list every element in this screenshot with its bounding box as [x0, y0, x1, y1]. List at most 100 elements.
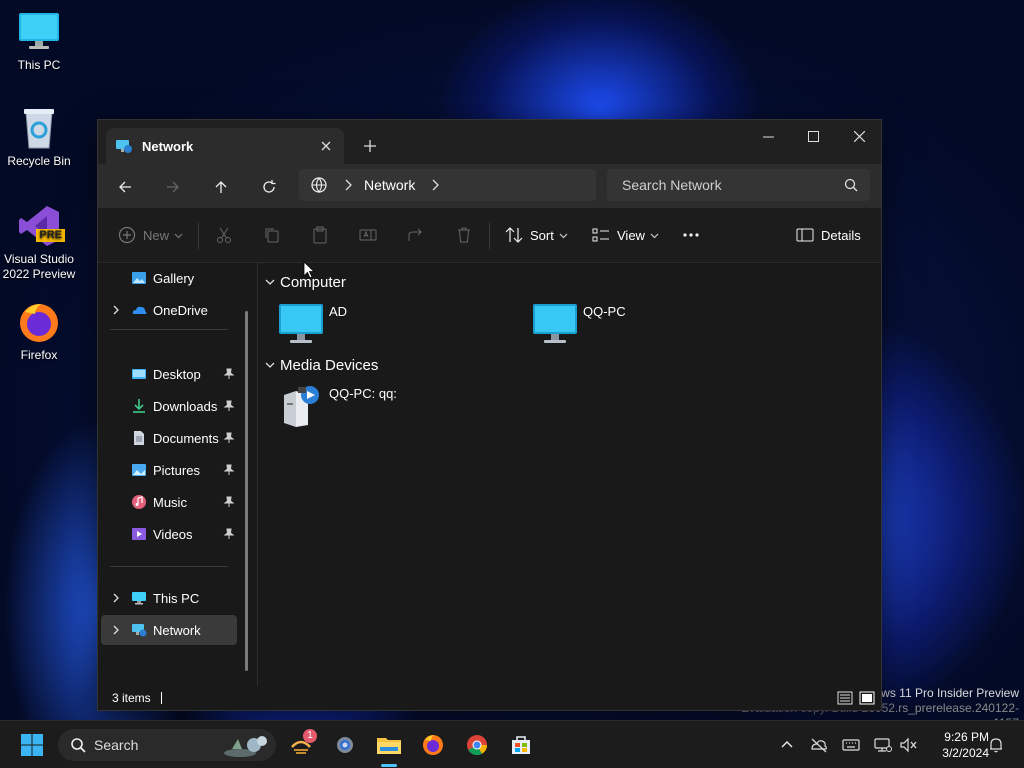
nav-item-desktop[interactable]: Desktop [101, 359, 237, 389]
clock[interactable]: 9:26 PM 3/2/2024 [925, 729, 989, 761]
network-icon [116, 140, 132, 153]
network-item[interactable]: QQ-PC: qq: [278, 383, 397, 429]
close-icon [321, 141, 331, 151]
sort-button[interactable]: Sort [505, 221, 568, 249]
copy-button[interactable] [263, 221, 281, 249]
app-tray-icon [811, 738, 827, 753]
chrome-icon [467, 735, 488, 756]
network-item[interactable]: QQ-PC [532, 301, 626, 347]
pin-icon[interactable] [223, 432, 235, 444]
new-tab-button[interactable] [356, 132, 384, 160]
pictures-icon [132, 464, 146, 476]
folder-icon [377, 738, 401, 754]
nav-item-network[interactable]: Network [101, 615, 237, 645]
nav-scrollbar[interactable] [245, 311, 248, 671]
media-server-icon [284, 386, 319, 427]
nav-item-pictures[interactable]: Pictures [101, 455, 237, 485]
tray-app-button[interactable] [809, 735, 829, 755]
forward-button[interactable] [159, 173, 187, 201]
computer-icon [533, 304, 577, 343]
minimize-button[interactable] [745, 120, 791, 152]
desktop-icon-recycle-bin[interactable]: Recycle Bin [1, 106, 77, 169]
cut-icon [217, 227, 231, 243]
ellipsis-icon [683, 233, 699, 237]
desktop-icon-label: This PC [17, 58, 61, 72]
store-icon [512, 736, 530, 754]
nav-item-downloads[interactable]: Downloads [101, 391, 237, 421]
tab-network[interactable]: Network [106, 128, 344, 164]
refresh-button[interactable] [255, 173, 283, 201]
nav-item-label: This PC [153, 590, 200, 606]
close-window-button[interactable] [836, 120, 882, 152]
up-button[interactable] [207, 173, 235, 201]
pin-icon[interactable] [223, 400, 235, 412]
desktop-icon-firefox[interactable]: Firefox [1, 300, 77, 363]
item-count: 3 items [112, 691, 151, 705]
collapse-chevron-icon [265, 362, 275, 368]
nav-item-music[interactable]: Music [101, 487, 237, 517]
sort-icon [505, 227, 523, 243]
pin-icon[interactable] [223, 464, 235, 476]
rename-icon [359, 229, 377, 241]
volume-button[interactable] [899, 735, 919, 755]
share-icon [408, 228, 422, 241]
start-button[interactable] [14, 727, 50, 763]
share-button[interactable] [407, 221, 425, 249]
copy-icon [265, 228, 279, 243]
rename-button[interactable] [359, 221, 377, 249]
delete-button[interactable] [455, 221, 473, 249]
show-hidden-icons-button[interactable] [777, 735, 797, 755]
taskbar-app-settings[interactable] [327, 727, 363, 763]
network-item[interactable]: AD [278, 301, 347, 347]
maximize-button[interactable] [790, 120, 836, 152]
network-icon [132, 624, 147, 637]
desktop-icon-visual-studio[interactable]: PRE Visual Studio 2022 Preview [1, 204, 77, 282]
address-box[interactable]: Network [299, 169, 596, 201]
nav-item-this-pc[interactable]: This PC [101, 583, 237, 613]
delete-icon [458, 227, 470, 243]
keyboard-layout-button[interactable] [841, 735, 861, 755]
more-options-button[interactable] [682, 221, 700, 249]
cut-button[interactable] [215, 221, 233, 249]
pin-icon[interactable] [223, 496, 235, 508]
taskbar-app-chrome[interactable] [459, 727, 495, 763]
arrow-left-icon [119, 181, 131, 193]
desktop-icon-label: Visual Studio 2022 Preview [2, 252, 76, 281]
chevron-up-icon [781, 741, 793, 748]
close-tab-button[interactable] [314, 134, 338, 158]
view-button[interactable]: View [592, 221, 659, 249]
expand-chevron-icon[interactable] [109, 591, 123, 605]
nav-item-gallery[interactable]: Gallery [101, 263, 237, 293]
details-button[interactable]: Details [796, 221, 861, 249]
bell-icon [990, 738, 1002, 753]
expand-chevron-icon[interactable] [109, 303, 123, 317]
nav-item-label: Documents [153, 430, 219, 446]
details-view-icon[interactable] [837, 690, 853, 706]
tiles-view-icon[interactable] [859, 690, 875, 706]
paste-button[interactable] [311, 221, 329, 249]
back-button[interactable] [111, 173, 139, 201]
pin-icon[interactable] [223, 368, 235, 380]
nav-item-onedrive[interactable]: OneDrive [101, 295, 237, 325]
nav-item-label: Desktop [153, 366, 201, 382]
chevron-right-icon[interactable] [429, 179, 441, 191]
pin-icon[interactable] [223, 528, 235, 540]
network-status-button[interactable] [873, 735, 893, 755]
search-input[interactable]: Search Network [607, 169, 870, 201]
taskbar-app-file-explorer[interactable] [371, 727, 407, 763]
navigation-pane: Gallery OneDrive Desktop Downloads Documents… [98, 263, 258, 686]
expand-chevron-icon[interactable] [109, 623, 123, 637]
nav-item-documents[interactable]: Documents [101, 423, 237, 453]
view-label: View [617, 227, 645, 243]
taskbar-app-store[interactable] [503, 727, 539, 763]
breadcrumb-network[interactable]: Network [364, 177, 415, 193]
search-placeholder: Search Network [622, 177, 722, 193]
taskbar-app-widgets[interactable]: 1 [283, 727, 319, 763]
taskbar-search[interactable]: Search [58, 729, 276, 761]
notifications-button[interactable] [986, 735, 1006, 755]
desktop-icon-this-pc[interactable]: This PC [1, 10, 77, 73]
taskbar-app-firefox[interactable] [415, 727, 451, 763]
nav-item-videos[interactable]: Videos [101, 519, 237, 549]
group-header-media-devices[interactable]: Media Devices [264, 354, 378, 376]
new-button[interactable]: New [118, 221, 183, 249]
